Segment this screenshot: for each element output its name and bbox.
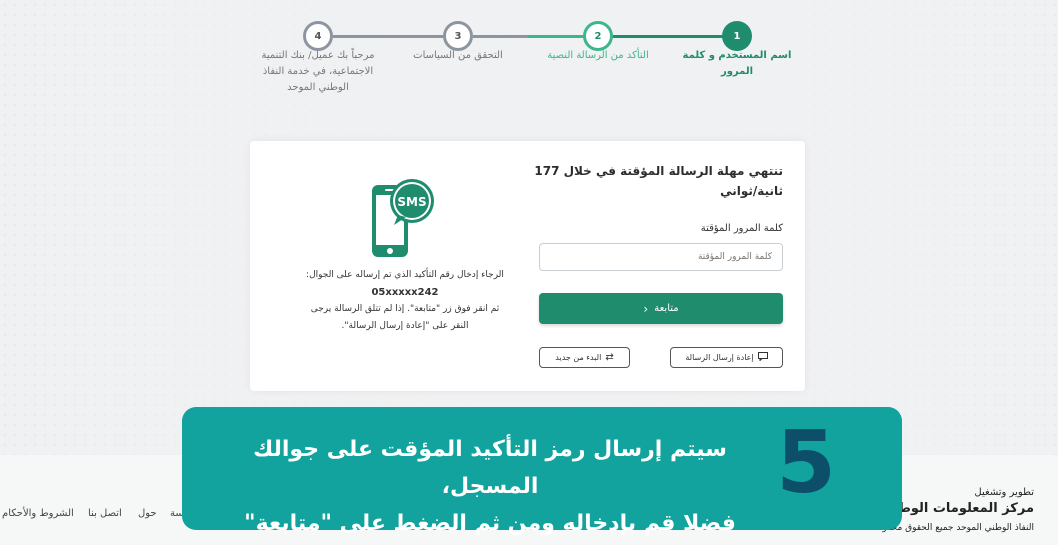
- instruction-line1: الرجاء إدخال رقم التأكيد الذي تم إرساله …: [306, 270, 504, 280]
- footer-link-contact[interactable]: اتصل بنا: [88, 508, 122, 519]
- progress-stepper: 1 2 3 4 اسم المستخدم و كلمة المرور التأك…: [0, 0, 1058, 110]
- caption-line1: سيتم إرسال رمز التأكيد المؤقت على جوالك …: [253, 437, 727, 499]
- otp-input[interactable]: [539, 243, 783, 271]
- step-2-label: التأكد من الرسالة النصية: [547, 50, 649, 61]
- restart-button[interactable]: ⇄ البدء من جديد: [539, 347, 630, 368]
- step-3-circle: 3: [443, 21, 473, 51]
- caption-text: سيتم إرسال رمز التأكيد المؤقت على جوالك …: [210, 431, 770, 542]
- step-1-circle: 1: [722, 21, 752, 51]
- step-1-label: اسم المستخدم و كلمة المرور: [682, 50, 792, 77]
- caption-line2: فضلا قم بإدخاله ومن ثم الضغط على "متابعة…: [244, 511, 736, 536]
- continue-label: متابعة: [654, 303, 679, 314]
- instruction-line2: ثم انقر فوق زر "متابعة". إذا لم تتلق الر…: [310, 304, 500, 331]
- step-4-circle: 4: [303, 21, 333, 51]
- step-4-label: مرحباً بك عميل/ بنك التنمية الاجتماعية، …: [261, 50, 375, 93]
- otp-timer-title: تنتهي مهلة الرسالة المؤقتة في خلال 177 ث…: [534, 164, 783, 198]
- stepper-line-3-4: [333, 35, 444, 38]
- tutorial-caption: 5 سيتم إرسال رمز التأكيد المؤقت على جوال…: [182, 407, 902, 536]
- stepper-line-1-2: [612, 35, 723, 38]
- resend-message-button[interactable]: إعادة إرسال الرسالة: [670, 347, 783, 368]
- resend-label: إعادة إرسال الرسالة: [685, 353, 754, 362]
- sms-text: SMS: [397, 195, 426, 209]
- step-3-label: التحقق من السياسات: [413, 50, 503, 61]
- step-2-circle: 2: [583, 21, 613, 51]
- footer-operated-by: تطوير وتشغيل: [974, 487, 1034, 498]
- footer-link-terms[interactable]: الشروط والأحكام: [2, 508, 74, 519]
- otp-instructions: الرجاء إدخال رقم التأكيد الذي تم إرساله …: [305, 267, 505, 335]
- caption-step-number: 5: [776, 413, 836, 513]
- footer-org-name: مركز المعلومات الوطني: [880, 501, 1034, 516]
- masked-phone: 05xxxxx242: [371, 287, 439, 298]
- footer-link-about[interactable]: حول: [138, 508, 157, 519]
- sms-phone-icon: SMS: [368, 177, 440, 261]
- chevron-left-icon: ‹: [643, 301, 649, 316]
- message-icon: [757, 352, 768, 363]
- otp-field-label: كلمة المرور المؤقتة: [700, 223, 783, 234]
- stepper-line-2-progress: [528, 35, 584, 38]
- continue-button[interactable]: متابعة ‹: [539, 293, 783, 324]
- refresh-icon: ⇄: [605, 352, 614, 363]
- restart-label: البدء من جديد: [555, 353, 602, 362]
- otp-card: تنتهي مهلة الرسالة المؤقتة في خلال 177 ث…: [250, 141, 805, 391]
